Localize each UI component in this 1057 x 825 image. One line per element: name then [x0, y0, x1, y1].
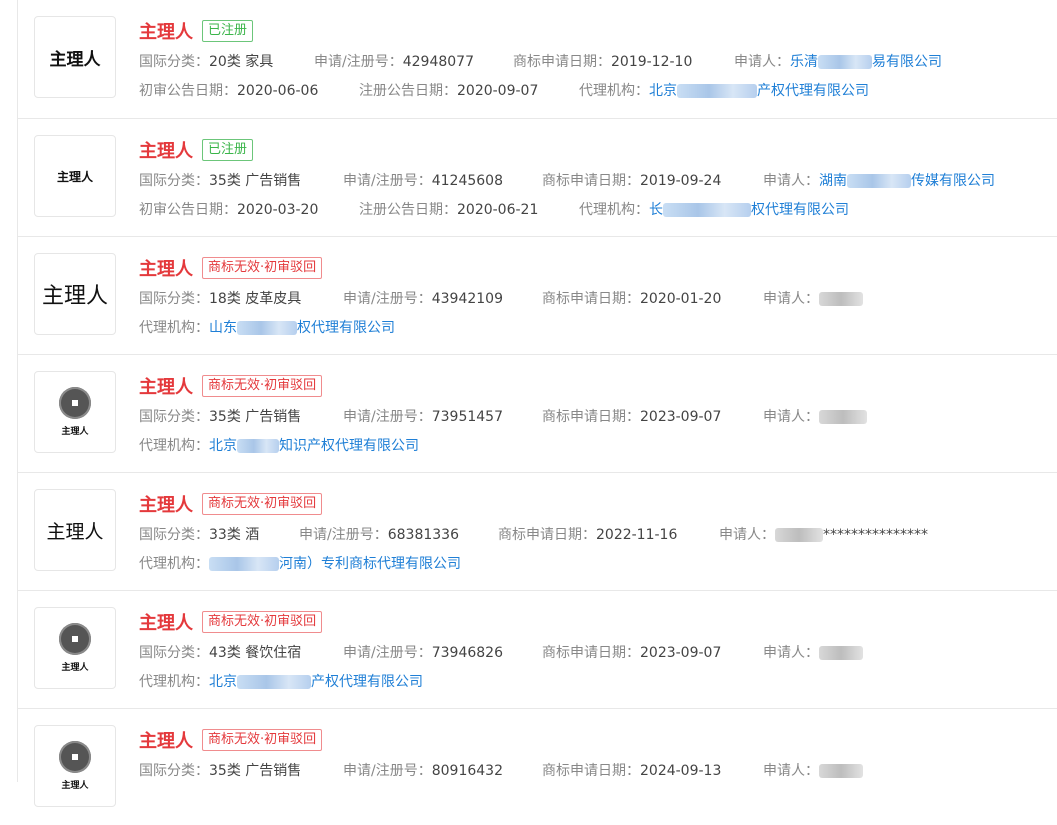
applicant-redacted — [819, 410, 867, 424]
apply-date-field: 商标申请日期：2022-11-16 — [498, 527, 678, 543]
trademark-card[interactable]: 主理人 主理人 已注册 国际分类：35类 广告销售 申请/注册号：4124560… — [18, 118, 1057, 235]
reg-no-field: 申请/注册号：41245608 — [343, 173, 503, 189]
apply-date-field: 商标申请日期：2019-09-24 — [542, 173, 722, 189]
apply-date-field: 商标申请日期：2019-12-10 — [513, 54, 693, 70]
trademark-card[interactable]: 主理人 主理人 商标无效·初审驳回 国际分类：43类 餐饮住宿 申请/注册号：7… — [18, 590, 1057, 707]
applicant-field: 申请人：湖南 传媒有限公司 — [763, 173, 995, 189]
applicant-field: 申请人： — [763, 643, 863, 663]
trademark-image-text: 主理人 — [56, 169, 93, 184]
status-badge: 已注册 — [202, 20, 254, 42]
trademark-image-text: 主理人 — [49, 49, 101, 70]
trademark-name[interactable]: 主理人 — [139, 373, 193, 399]
trademark-name[interactable]: 主理人 — [139, 727, 193, 753]
reg-date-field: 注册公告日期：2020-06-21 — [359, 202, 539, 218]
agency-link[interactable]: 长权代理有限公司 — [649, 202, 849, 218]
prelim-date-field: 初审公告日期：2020-06-06 — [139, 83, 319, 99]
applicant-redacted — [775, 528, 823, 542]
category-field: 国际分类：35类 广告销售 — [139, 173, 302, 189]
trademark-result-list: 主理人 主理人 已注册 国际分类：20类 家具 申请/注册号：42948077 … — [17, 0, 1057, 825]
applicant-redacted — [819, 646, 863, 660]
status-badge: 商标无效·初审驳回 — [202, 729, 323, 751]
trademark-image-text: 主理人 — [61, 427, 89, 437]
status-badge: 商标无效·初审驳回 — [202, 375, 323, 397]
apply-date-field: 商标申请日期：2023-09-07 — [542, 409, 722, 425]
trademark-name[interactable]: 主理人 — [139, 18, 193, 44]
category-field: 国际分类：35类 广告销售 — [139, 409, 302, 425]
reg-no-field: 申请/注册号：68381336 — [299, 527, 459, 543]
agency-field: 代理机构：山东 权代理有限公司 — [139, 320, 395, 336]
agency-link[interactable]: 北京 知识产权代理有限公司 — [209, 438, 419, 454]
trademark-card[interactable]: 主理人 主理人 商标无效·初审驳回 国际分类：18类 皮革皮具 申请/注册号：4… — [18, 236, 1057, 353]
agency-field: 代理机构：北京 产权代理有限公司 — [579, 83, 869, 99]
trademark-image[interactable]: 主理人 — [34, 607, 116, 689]
trademark-image-text: 主理人 — [61, 663, 89, 673]
applicant-field: 申请人： — [763, 289, 863, 309]
applicant-field: 申请人： — [763, 407, 867, 427]
category-field: 国际分类：33类 酒 — [139, 527, 260, 543]
prelim-date-field: 初审公告日期：2020-03-20 — [139, 202, 319, 218]
reg-no-field: 申请/注册号：73946826 — [343, 645, 503, 661]
trademark-image[interactable]: 主理人 — [34, 16, 116, 98]
reg-no-field: 申请/注册号：42948077 — [314, 54, 474, 70]
reg-no-field: 申请/注册号：43942109 — [343, 291, 503, 307]
coin-seal-icon — [59, 387, 91, 419]
category-field: 国际分类：18类 皮革皮具 — [139, 291, 302, 307]
trademark-image-text: 主理人 — [61, 781, 89, 791]
category-field: 国际分类：20类 家具 — [139, 54, 274, 70]
status-badge: 商标无效·初审驳回 — [202, 611, 323, 633]
applicant-redacted — [819, 764, 863, 778]
applicant-field: 申请人： *************** — [719, 527, 928, 543]
trademark-name[interactable]: 主理人 — [139, 491, 193, 517]
applicant-field: 申请人： — [763, 761, 863, 781]
trademark-card[interactable]: 主理人 主理人 商标无效·初审驳回 国际分类：35类 广告销售 申请/注册号：7… — [18, 354, 1057, 471]
trademark-image-text: 主理人 — [41, 284, 108, 309]
agency-field: 代理机构： 河南）专利商标代理有限公司 — [139, 556, 461, 572]
status-badge: 商标无效·初审驳回 — [202, 493, 323, 515]
coin-seal-icon — [59, 623, 91, 655]
trademark-image[interactable]: 主理人 — [34, 371, 116, 453]
status-badge: 商标无效·初审驳回 — [202, 257, 323, 279]
applicant-link[interactable]: 乐清 易有限公司 — [790, 54, 942, 70]
trademark-card[interactable]: 主理人 主理人 已注册 国际分类：20类 家具 申请/注册号：42948077 … — [18, 0, 1057, 117]
agency-link[interactable]: 北京 产权代理有限公司 — [209, 674, 423, 690]
apply-date-field: 商标申请日期：2024-09-13 — [542, 763, 722, 779]
trademark-image[interactable]: 主理人 — [34, 725, 116, 807]
category-field: 国际分类：43类 餐饮住宿 — [139, 645, 302, 661]
trademark-image[interactable]: 主理人 — [34, 135, 116, 217]
trademark-name[interactable]: 主理人 — [139, 255, 193, 281]
trademark-image[interactable]: 主理人 — [34, 489, 116, 571]
agency-link[interactable]: 北京 产权代理有限公司 — [649, 83, 869, 99]
status-badge: 已注册 — [202, 139, 254, 161]
agency-field: 代理机构：长 权代理有限公司 — [579, 202, 849, 218]
reg-no-field: 申请/注册号：73951457 — [343, 409, 503, 425]
agency-link[interactable]: 山东 权代理有限公司 — [209, 320, 395, 336]
apply-date-field: 商标申请日期：2020-01-20 — [542, 291, 722, 307]
trademark-name[interactable]: 主理人 — [139, 609, 193, 635]
applicant-redacted — [819, 292, 863, 306]
apply-date-field: 商标申请日期：2023-09-07 — [542, 645, 722, 661]
applicant-field: 申请人：乐清 易有限公司 — [734, 54, 942, 70]
reg-date-field: 注册公告日期：2020-09-07 — [359, 83, 539, 99]
agency-link[interactable]: 河南）专利商标代理有限公司 — [209, 556, 461, 572]
reg-no-field: 申请/注册号：80916432 — [343, 763, 503, 779]
agency-field: 代理机构：北京 知识产权代理有限公司 — [139, 438, 419, 454]
agency-field: 代理机构：北京 产权代理有限公司 — [139, 674, 423, 690]
trademark-card[interactable]: 主理人 主理人 商标无效·初审驳回 国际分类：33类 酒 申请/注册号：6838… — [18, 472, 1057, 589]
applicant-link[interactable]: 湖南 传媒有限公司 — [819, 173, 995, 189]
category-field: 国际分类：35类 广告销售 — [139, 763, 302, 779]
trademark-name[interactable]: 主理人 — [139, 137, 193, 163]
trademark-image[interactable]: 主理人 — [34, 253, 116, 335]
trademark-image-text: 主理人 — [46, 520, 104, 543]
trademark-card[interactable]: 主理人 主理人 商标无效·初审驳回 国际分类：35类 广告销售 申请/注册号：8… — [18, 708, 1057, 825]
coin-seal-icon — [59, 741, 91, 773]
